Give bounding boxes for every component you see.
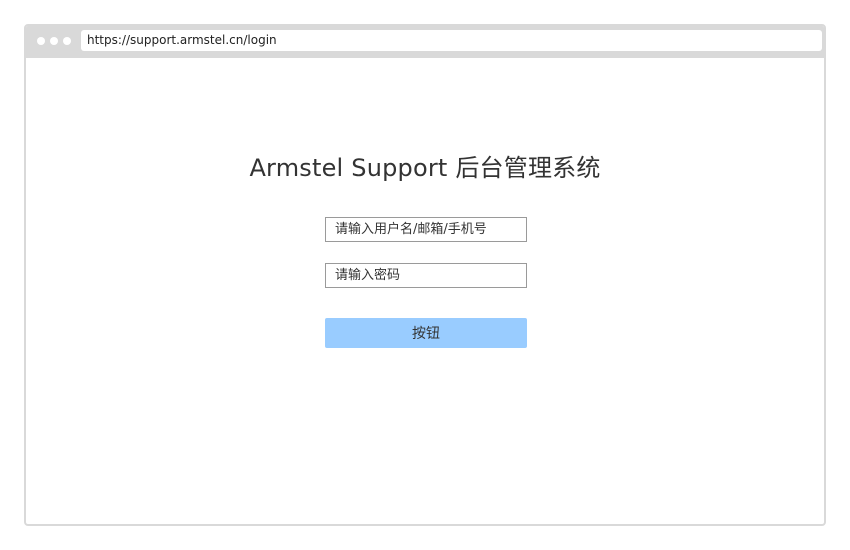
window-dot-icon xyxy=(37,37,45,45)
window-dot-icon xyxy=(50,37,58,45)
browser-window: https://support.armstel.cn/login Armstel… xyxy=(24,24,826,526)
submit-button[interactable]: 按钮 xyxy=(325,318,527,348)
address-bar[interactable]: https://support.armstel.cn/login xyxy=(81,30,822,51)
browser-chrome: https://support.armstel.cn/login xyxy=(26,26,824,58)
page-title: Armstel Support 后台管理系统 xyxy=(249,154,601,182)
window-dot-icon xyxy=(63,37,71,45)
username-input[interactable] xyxy=(325,217,527,242)
password-input[interactable] xyxy=(325,263,527,288)
